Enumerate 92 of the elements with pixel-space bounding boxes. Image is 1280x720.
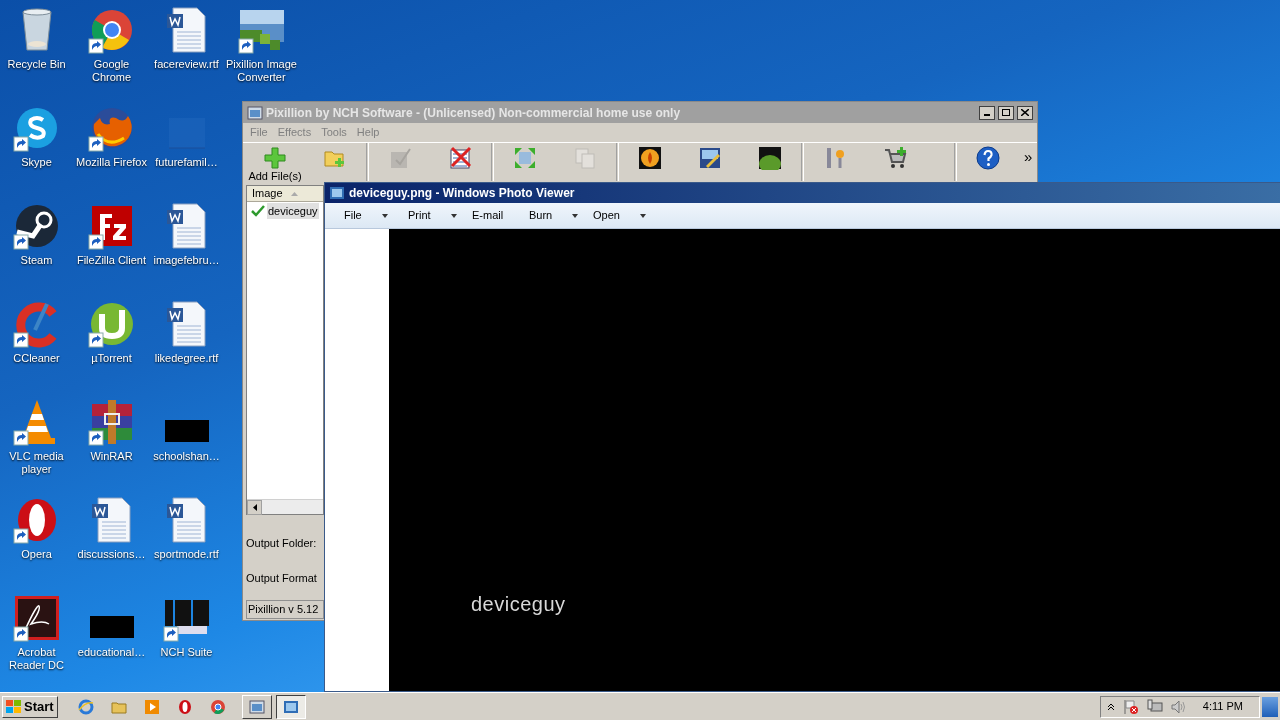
start-button[interactable]: Start	[2, 695, 58, 718]
desktop-shortcut[interactable]: educational…	[74, 594, 149, 692]
field-label: Output Folder:	[246, 536, 318, 551]
play-icon	[143, 698, 160, 715]
shortcut-label: Mozilla Firefox	[75, 156, 148, 169]
window-title: Pixillion by NCH Software - (Unlicensed) Non-commercial home use only	[266, 104, 681, 122]
shortcut-label: Acrobat Reader DC	[8, 646, 65, 672]
quick-launch-button[interactable]	[77, 698, 94, 715]
desktop-shortcut[interactable]: Skype	[0, 104, 74, 202]
chevron-up-icon[interactable]	[1106, 702, 1115, 711]
shortcut-label: educational…	[76, 646, 147, 659]
viewer-menu-button[interactable]: File	[344, 207, 408, 224]
shortcut-label: Steam	[19, 254, 54, 267]
close-icon	[1021, 109, 1029, 116]
desktop-shortcut[interactable]: imagefebru…	[149, 202, 224, 300]
desktop-shortcut[interactable]: Acrobat Reader DC	[0, 594, 74, 692]
clock[interactable]: 4:11 PM	[1202, 698, 1243, 715]
desktop-shortcut[interactable]: Opera	[0, 496, 74, 594]
maximize-icon	[1002, 109, 1010, 116]
image-caption: deviceguy	[471, 592, 567, 617]
shortcut-label: NCH Suite	[159, 646, 214, 659]
shortcut-label: futurefamil…	[154, 156, 219, 169]
caret-icon	[381, 213, 388, 218]
shortcut-label: Recycle Bin	[6, 58, 67, 71]
shortcut-label: likedegree.rtf	[153, 352, 220, 365]
desktop-shortcut[interactable]: FileZilla Client	[74, 202, 149, 300]
desktop-shortcut[interactable]: Pixillion Image Converter	[224, 6, 299, 104]
desktop-shortcut[interactable]: VLC media player	[0, 398, 74, 496]
desktop-shortcut[interactable]: NCH Suite	[149, 594, 224, 692]
desktop-shortcut[interactable]: discussions…	[74, 496, 149, 594]
shortcut-label: WinRAR	[89, 450, 134, 463]
desktop-shortcut[interactable]: WinRAR	[74, 398, 149, 496]
shortcut-label: facereview.rtf	[153, 58, 220, 71]
maximize-button[interactable]	[998, 105, 1014, 120]
picture-window-icon	[329, 185, 345, 201]
browser-e-icon	[77, 698, 94, 715]
shortcut-label: Opera	[20, 548, 53, 561]
desktop-shortcut[interactable]: futurefamil…	[149, 104, 224, 202]
network-icon[interactable]	[1146, 698, 1163, 715]
desktop-shortcut[interactable]: sportmode.rtf	[149, 496, 224, 594]
viewer-menu-button[interactable]: E-mail	[472, 207, 529, 224]
desktop-shortcut[interactable]: Steam	[0, 202, 74, 300]
desktop-shortcut[interactable]: Google Chrome	[74, 6, 149, 104]
toolbar-overflow-button[interactable]: »	[1024, 146, 1033, 169]
picture-window-icon	[247, 104, 263, 121]
shortcut-label: Google Chrome	[90, 58, 133, 84]
column-header[interactable]: Image	[247, 186, 323, 202]
shortcut-label: FileZilla Client	[75, 254, 148, 267]
sort-arrow-icon	[290, 191, 298, 196]
minimize-button[interactable]	[979, 105, 995, 120]
shortcut-label: imagefebru…	[152, 254, 221, 267]
desktop-shortcut[interactable]: schoolshan…	[149, 398, 224, 496]
caret-icon	[450, 213, 457, 218]
desktop-shortcut[interactable]: facereview.rtf	[149, 6, 224, 104]
caret-icon	[639, 213, 646, 218]
windows-logo-icon	[6, 699, 22, 714]
viewer-menu-button[interactable]: Burn	[529, 207, 593, 224]
desktop-shortcut[interactable]: likedegree.rtf	[149, 300, 224, 398]
file-row[interactable]: deviceguy	[267, 202, 319, 220]
desktop-shortcut[interactable]: CCleaner	[0, 300, 74, 398]
desktop-shortcut[interactable]: Recycle Bin	[0, 6, 74, 104]
shortcut-label: Skype	[20, 156, 53, 169]
shortcut-label: VLC media player	[8, 450, 65, 476]
viewer-menu-button[interactable]: Open	[593, 207, 657, 224]
viewer-menu-button[interactable]: Print	[408, 207, 472, 224]
shortcut-label: schoolshan…	[152, 450, 221, 463]
status-bar: Pixillion v 5.12	[246, 600, 324, 619]
field-label: Output Format	[246, 570, 318, 586]
shortcut-label: discussions…	[76, 548, 147, 561]
opera-logo-icon	[176, 698, 193, 715]
scroll-left-icon	[252, 504, 257, 511]
close-button[interactable]	[1017, 105, 1033, 120]
shortcut-label: CCleaner	[12, 352, 61, 365]
picture-window-icon	[282, 698, 299, 715]
quick-launch-button[interactable]	[143, 698, 160, 715]
quick-launch-button[interactable]	[209, 698, 226, 715]
toolbar-button[interactable]: Add File(s)	[245, 143, 305, 182]
shortcut-label: sportmode.rtf	[153, 548, 220, 561]
horizontal-scrollbar[interactable]	[247, 499, 323, 514]
picture-window-icon	[248, 698, 265, 715]
flag-icon[interactable]	[1122, 698, 1139, 715]
desktop-shortcut[interactable]: µTorrent	[74, 300, 149, 398]
chrome-logo-icon	[209, 698, 226, 715]
task-button[interactable]	[275, 694, 306, 719]
show-desktop-button[interactable]	[1262, 696, 1278, 717]
window-title: deviceguy.png - Windows Photo Viewer	[349, 185, 575, 202]
caret-icon	[572, 213, 579, 218]
quick-launch-button[interactable]	[176, 698, 193, 715]
speaker-icon[interactable]	[1170, 698, 1187, 715]
shortcut-label: Pixillion Image Converter	[225, 58, 298, 84]
shortcut-label: µTorrent	[90, 352, 133, 365]
desktop-shortcut[interactable]: Mozilla Firefox	[74, 104, 149, 202]
